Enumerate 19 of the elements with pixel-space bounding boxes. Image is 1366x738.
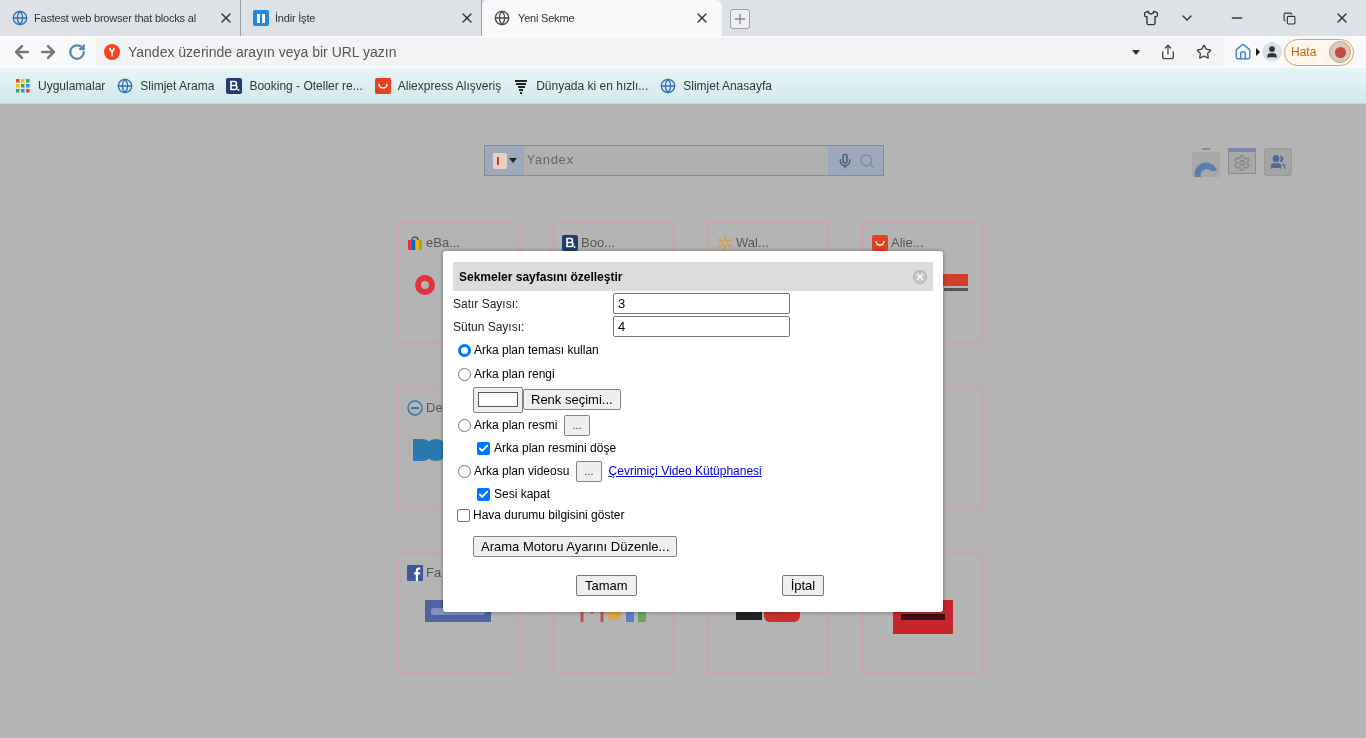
option-label: Sesi kapat	[494, 486, 551, 503]
tile-title: De	[426, 399, 443, 418]
field-label: Satır Sayısı:	[453, 295, 520, 313]
option-label: Arka plan videosu	[474, 463, 570, 480]
tab-title: Yeni Sekme	[518, 10, 576, 26]
tile-title: Alie...	[891, 234, 924, 253]
field-label: Sütun Sayısı:	[453, 318, 526, 336]
tab-title: İndir İşte	[275, 10, 317, 26]
option-label: Arka plan resmini döşe	[494, 440, 617, 457]
option-label: Arka plan teması kullan	[474, 342, 599, 359]
option-label: Arka plan resmi	[474, 417, 558, 434]
tile-title: eBa...	[426, 234, 460, 253]
option-label: Hava durumu bilgisini göster	[473, 507, 625, 524]
tile-title: Wal...	[736, 234, 769, 253]
tab-title: Fastest web browser that blocks al	[34, 10, 197, 26]
option-label: Arka plan rengi	[474, 366, 555, 383]
tile-title: Fa	[426, 564, 442, 583]
dialog-title: Sekmeler sayfasını özelleştir	[459, 268, 623, 286]
tile-title: Boo...	[581, 234, 615, 253]
